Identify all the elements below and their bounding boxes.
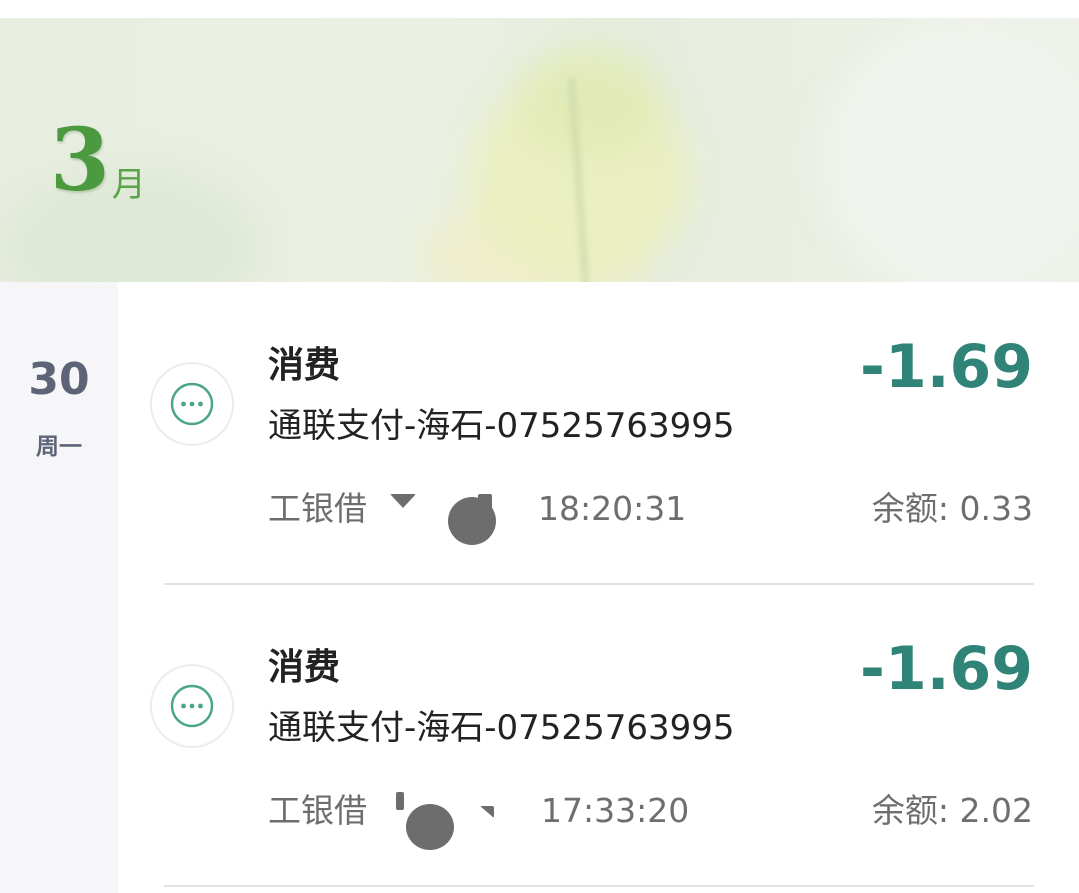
transaction-balance: 余额: 0.33 [871,489,1033,528]
transaction-description: 通联支付-海石-07525763995 [268,406,735,446]
transaction-time: 17:33:20 [541,791,690,830]
transaction-list-page: 3 月 30 周一 消费 通联支付-海石-07525763995 -1.69 工… [0,0,1079,893]
month-unit: 月 [111,165,146,205]
redaction-mark [480,806,494,818]
redaction-mark [396,792,404,810]
day-weekday: 周一 [36,434,82,460]
transaction-time: 18:20:31 [538,489,687,528]
transaction-type: 消费 [268,647,341,688]
month-number: 3 [50,110,110,211]
transaction-description: 通联支付-海石-07525763995 [268,708,735,748]
divider [164,885,1034,887]
banner-decoration [820,18,1079,282]
transaction-amount: -1.69 [860,634,1033,704]
transaction-account: 工银借 [268,791,367,830]
redaction-mark [406,804,454,850]
banner-decoration [520,48,660,158]
transaction-account: 工银借 [268,489,367,528]
day-date: 30 [28,354,90,405]
month-label: 3 月 [50,118,146,204]
transaction-item[interactable]: 消费 通联支付-海石-07525763995 -1.69 工银借 17:33:2… [118,584,1079,887]
transaction-amount: -1.69 [860,332,1033,402]
month-banner: 3 月 [0,18,1079,282]
transaction-item[interactable]: 消费 通联支付-海石-07525763995 -1.69 工银借 18:20:3… [118,282,1079,585]
transaction-type: 消费 [268,345,341,386]
more-dots-icon[interactable] [150,664,234,748]
redaction-mark [390,494,416,508]
transaction-balance: 余额: 2.02 [871,791,1033,830]
redaction-mark [478,494,492,510]
more-dots-icon[interactable] [150,362,234,446]
